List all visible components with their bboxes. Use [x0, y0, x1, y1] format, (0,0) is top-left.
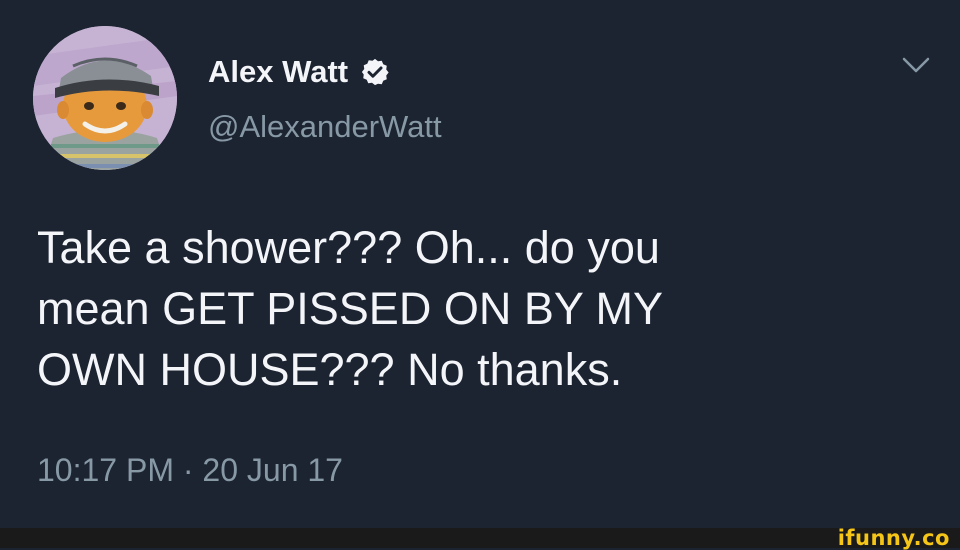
tweet-text-line: Take a shower??? Oh... do you: [37, 222, 660, 273]
avatar[interactable]: [33, 26, 177, 170]
tweet-card: Alex Watt @AlexanderWatt Take a shower??…: [0, 0, 960, 528]
user-display-name-row[interactable]: Alex Watt: [208, 52, 390, 92]
ifunny-watermark: ifunny.co: [837, 526, 950, 550]
chevron-down-icon[interactable]: [898, 50, 934, 80]
tweet-text: Take a shower??? Oh... do you mean GET P…: [37, 217, 917, 400]
tweet-text-line: OWN HOUSE??? No thanks.: [37, 344, 623, 395]
tweet-text-line: mean GET PISSED ON BY MY: [37, 283, 664, 334]
user-handle[interactable]: @AlexanderWatt: [208, 107, 442, 147]
verified-badge-icon: [360, 57, 390, 87]
display-name[interactable]: Alex Watt: [208, 52, 348, 92]
tweet-timestamp[interactable]: 10:17 PM · 20 Jun 17: [37, 448, 343, 492]
watermark-bar: ifunny.co: [0, 526, 960, 550]
avatar-drawing: [33, 26, 177, 170]
